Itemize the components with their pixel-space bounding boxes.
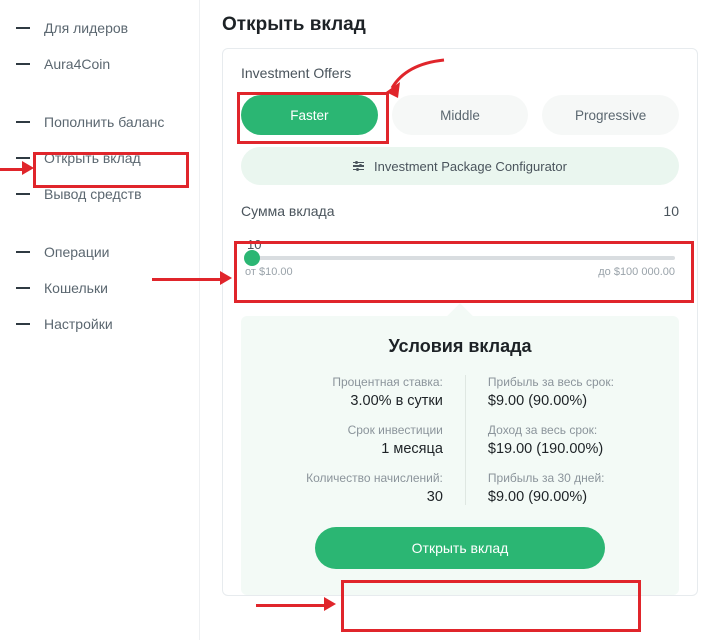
amount-label: Сумма вклада — [241, 203, 335, 219]
slider-handle[interactable] — [244, 250, 260, 266]
term-label: Срок инвестиции — [306, 423, 443, 437]
sidebar: Для лидеров Aura4Coin Пополнить баланс О… — [0, 0, 200, 640]
sidebar-item-label: Настройки — [44, 316, 113, 332]
sidebar-item-label: Пополнить баланс — [44, 114, 164, 130]
slider-current-value: 10 — [245, 237, 675, 252]
sidebar-item-aura4coin[interactable]: Aura4Coin — [0, 46, 199, 82]
sidebar-item-label: Вывод средств — [44, 186, 142, 202]
term-label: Прибыль за 30 дней: — [488, 471, 614, 485]
slider-range-labels: от $10.00 до $100 000.00 — [245, 266, 675, 278]
dash-icon — [16, 27, 30, 29]
sidebar-item-wallets[interactable]: Кошельки — [0, 270, 199, 306]
term-label: Процентная ставка: — [306, 375, 443, 389]
term-value: $9.00 (90.00%) — [488, 489, 614, 505]
amount-slider[interactable]: 10 от $10.00 до $100 000.00 — [241, 229, 679, 284]
dash-icon — [16, 323, 30, 325]
offers-label: Investment Offers — [241, 65, 679, 81]
term-value: 1 месяца — [306, 441, 443, 457]
tab-progressive[interactable]: Progressive — [542, 95, 679, 135]
term-label: Количество начислений: — [306, 471, 443, 485]
term-value: 3.00% в сутки — [306, 393, 443, 409]
tab-faster[interactable]: Faster — [241, 95, 378, 135]
investment-card: Investment Offers Faster Middle Progress… — [222, 48, 698, 596]
term-label: Прибыль за весь срок: — [488, 375, 614, 389]
term-value: 30 — [306, 489, 443, 505]
slider-max: до $100 000.00 — [598, 266, 675, 278]
dash-icon — [16, 287, 30, 289]
sliders-icon — [353, 162, 364, 171]
sidebar-item-operations[interactable]: Операции — [0, 234, 199, 270]
dash-icon — [16, 157, 30, 159]
sidebar-item-label: Aura4Coin — [44, 56, 110, 72]
sidebar-item-label: Открыть вклад — [44, 150, 141, 166]
slider-track[interactable] — [245, 256, 675, 260]
offer-tabs: Faster Middle Progressive — [241, 95, 679, 135]
tab-middle[interactable]: Middle — [392, 95, 529, 135]
sidebar-item-settings[interactable]: Настройки — [0, 306, 199, 342]
dash-icon — [16, 121, 30, 123]
sidebar-item-leaders[interactable]: Для лидеров — [0, 10, 199, 46]
open-deposit-button[interactable]: Открыть вклад — [315, 527, 605, 569]
dash-icon — [16, 193, 30, 195]
terms-panel: Условия вклада Процентная ставка: 3.00% … — [241, 316, 679, 595]
term-value: $19.00 (190.00%) — [488, 441, 614, 457]
page-title: Открыть вклад — [222, 14, 698, 36]
term-label: Доход за весь срок: — [488, 423, 614, 437]
sidebar-item-open-deposit[interactable]: Открыть вклад — [0, 140, 199, 176]
sidebar-item-label: Операции — [44, 244, 110, 260]
dash-icon — [16, 63, 30, 65]
slider-min: от $10.00 — [245, 266, 293, 278]
sidebar-item-label: Кошельки — [44, 280, 108, 296]
dash-icon — [16, 251, 30, 253]
sidebar-item-withdraw[interactable]: Вывод средств — [0, 176, 199, 212]
main-content: Открыть вклад Investment Offers Faster M… — [200, 0, 720, 640]
term-value: $9.00 (90.00%) — [488, 393, 614, 409]
sidebar-item-label: Для лидеров — [44, 20, 128, 36]
sidebar-item-deposit-balance[interactable]: Пополнить баланс — [0, 104, 199, 140]
package-configurator-button[interactable]: Investment Package Configurator — [241, 147, 679, 185]
configurator-label: Investment Package Configurator — [374, 159, 567, 174]
terms-title: Условия вклада — [259, 336, 661, 357]
amount-value: 10 — [663, 203, 679, 219]
amount-row: Сумма вклада 10 — [241, 203, 679, 219]
